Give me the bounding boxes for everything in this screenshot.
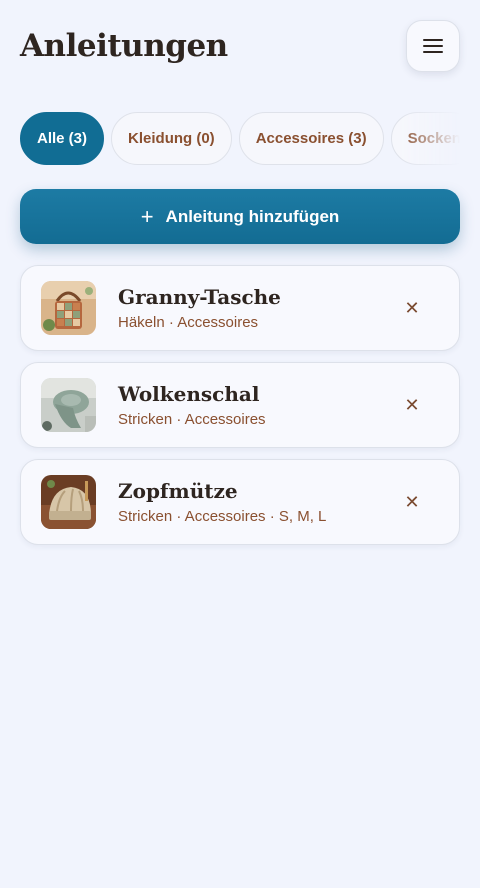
bag-photo — [41, 281, 96, 335]
remove-pattern-button[interactable]: ✕ — [401, 491, 423, 513]
pattern-title: Granny-Tasche — [118, 285, 281, 309]
plus-icon: + — [140, 203, 154, 229]
add-pattern-label: Anleitung hinzufügen — [165, 206, 340, 226]
close-icon: ✕ — [404, 297, 420, 318]
filter-chip-all[interactable]: Alle (3) — [20, 112, 105, 165]
scarf-photo — [41, 378, 96, 432]
pattern-meta: Häkeln · Accessoires — [118, 314, 259, 331]
category-filter-bar[interactable]: Alle (3) Kleidung (0) Accessoires (3) Socke… — [20, 112, 460, 166]
pattern-list: Granny-Tasche Häkeln · Accessoires ✕ Wol… — [20, 265, 460, 556]
menu-button[interactable] — [406, 20, 460, 72]
page-title: Anleitungen — [20, 28, 228, 64]
filter-chip-clothing[interactable]: Kleidung (0) — [111, 112, 232, 165]
close-icon: ✕ — [404, 491, 420, 512]
filter-chip-socks[interactable]: Socken — [390, 112, 460, 165]
app-header: Anleitungen — [20, 20, 460, 72]
pattern-card[interactable]: Granny-Tasche Häkeln · Accessoires ✕ — [20, 265, 460, 351]
remove-pattern-button[interactable]: ✕ — [401, 297, 423, 319]
pattern-title: Wolkenschal — [118, 382, 260, 406]
pattern-title: Zopfmütze — [118, 479, 238, 503]
hat-photo — [41, 475, 96, 529]
hamburger-icon — [423, 39, 443, 53]
close-icon: ✕ — [404, 394, 420, 415]
pattern-card[interactable]: Zopfmütze Stricken · Accessoires · S, M,… — [20, 459, 460, 545]
pattern-card[interactable]: Wolkenschal Stricken · Accessoires ✕ — [20, 362, 460, 448]
filter-chip-accessories[interactable]: Accessoires (3) — [238, 112, 384, 165]
add-pattern-button[interactable]: + Anleitung hinzufügen — [20, 189, 460, 244]
pattern-meta: Stricken · Accessoires — [118, 411, 266, 428]
pattern-meta: Stricken · Accessoires · S, M, L — [118, 508, 327, 525]
remove-pattern-button[interactable]: ✕ — [401, 394, 423, 416]
